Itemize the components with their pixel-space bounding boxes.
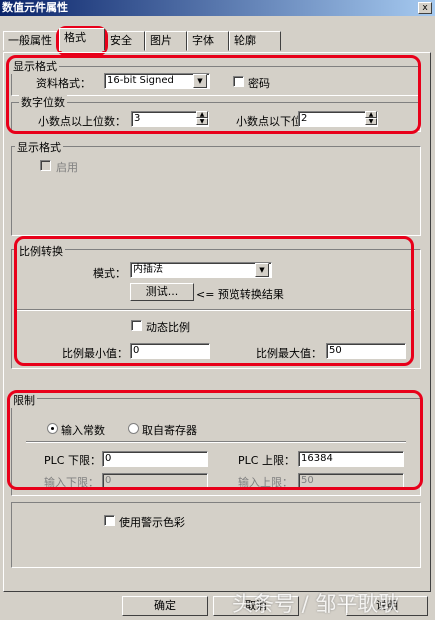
tab-format-label: 格式 xyxy=(64,31,86,44)
tab-picture-label: 图片 xyxy=(150,34,172,47)
highlight-scaling-section xyxy=(14,236,414,366)
tab-security-label: 安全 xyxy=(110,34,132,47)
ok-button[interactable]: 确定 xyxy=(122,596,208,616)
close-button[interactable]: x xyxy=(418,2,432,14)
window-title: 数值元件属性 xyxy=(2,1,68,14)
tab-outline-label: 轮廓 xyxy=(234,34,256,47)
tab-security[interactable]: 安全 xyxy=(105,31,145,51)
tab-format[interactable]: 格式 xyxy=(59,28,105,51)
tab-general[interactable]: 一般属性 xyxy=(3,31,59,51)
tab-strip: 一般属性 格式 安全 图片 字体 轮廓 xyxy=(3,28,293,53)
ok-button-label: 确定 xyxy=(154,599,176,612)
watermark-text: 头条号 / 邹平耿耿 xyxy=(232,592,400,616)
enable-label: 启用 xyxy=(56,161,78,174)
tab-font[interactable]: 字体 xyxy=(187,31,229,51)
tab-outline[interactable]: 轮廓 xyxy=(229,31,281,51)
tab-general-label: 一般属性 xyxy=(8,34,52,47)
use-warning-color-checkbox[interactable] xyxy=(104,515,115,526)
close-icon: x xyxy=(422,3,428,13)
highlight-format-section xyxy=(6,55,421,134)
window-title-bar: 数值元件属性 xyxy=(0,0,435,16)
warning-color-group xyxy=(11,502,421,568)
use-warning-color-label: 使用警示色彩 xyxy=(119,516,185,529)
display-style-group-label: 显示格式 xyxy=(15,139,63,155)
enable-checkbox[interactable] xyxy=(40,160,51,171)
tab-font-label: 字体 xyxy=(192,34,214,47)
tab-picture[interactable]: 图片 xyxy=(145,31,187,51)
highlight-limits-section xyxy=(7,390,423,490)
